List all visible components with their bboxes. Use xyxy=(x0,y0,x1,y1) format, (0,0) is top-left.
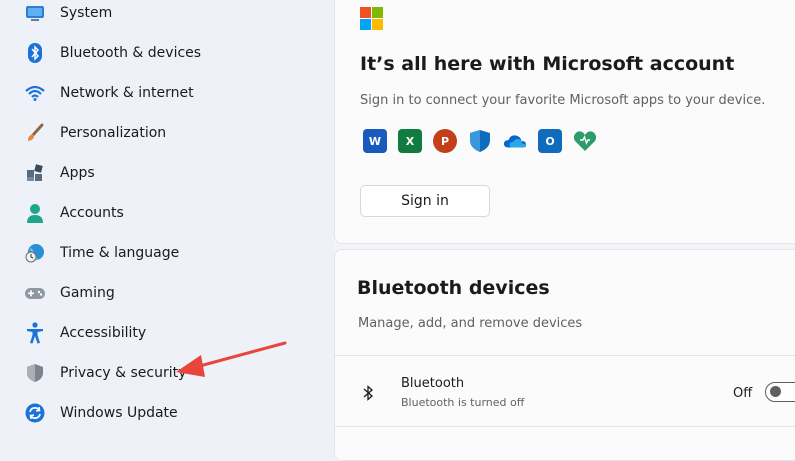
sidebar-item-gaming[interactable]: Gaming xyxy=(22,278,322,308)
bluetooth-icon xyxy=(361,384,375,406)
sidebar-item-label: Accessibility xyxy=(60,325,147,341)
sidebar-item-label: System xyxy=(60,5,113,21)
sidebar-item-apps[interactable]: Apps xyxy=(22,158,322,188)
sign-in-button[interactable]: Sign in xyxy=(360,185,490,217)
bluetooth-label: Bluetooth xyxy=(401,376,465,391)
apps-icon xyxy=(22,162,48,184)
sidebar-item-personalization[interactable]: Personalization xyxy=(22,118,322,148)
sidebar-item-label: Windows Update xyxy=(60,405,178,421)
account-card-subtitle: Sign in to connect your favorite Microso… xyxy=(360,93,766,108)
bluetooth-toggle[interactable] xyxy=(765,382,795,402)
toggle-state-label: Off xyxy=(733,386,753,401)
toggle-knob xyxy=(770,386,781,397)
accessibility-icon xyxy=(22,322,48,344)
sidebar-item-label: Accounts xyxy=(60,205,124,221)
outlook-icon: O xyxy=(538,129,562,153)
microsoft-account-card: It’s all here with Microsoft account Sig… xyxy=(334,0,795,244)
sidebar-item-label: Bluetooth & devices xyxy=(60,45,202,61)
excel-icon: X xyxy=(398,129,422,153)
shield-icon xyxy=(22,362,48,384)
sidebar-item-bluetooth-devices[interactable]: Bluetooth & devices xyxy=(22,38,322,68)
sidebar-item-accounts[interactable]: Accounts xyxy=(22,198,322,228)
wifi-icon xyxy=(22,82,48,104)
globe-clock-icon xyxy=(22,242,48,264)
sidebar-item-label: Privacy & security xyxy=(60,365,187,381)
sidebar-item-privacy-security[interactable]: Privacy & security xyxy=(22,358,322,388)
bluetooth-setting-row: Bluetooth Bluetooth is turned off Off xyxy=(334,356,795,426)
sidebar-item-label: Network & internet xyxy=(60,85,194,101)
powerpoint-icon: P xyxy=(433,129,457,153)
monitor-icon xyxy=(22,2,48,24)
paintbrush-icon xyxy=(22,122,48,144)
bluetooth-devices-subtitle: Manage, add, and remove devices xyxy=(358,316,583,331)
bluetooth-devices-title: Bluetooth devices xyxy=(357,277,550,299)
update-sync-icon xyxy=(22,402,48,424)
sidebar-item-label: Time & language xyxy=(60,245,180,261)
main-content: It’s all here with Microsoft account Sig… xyxy=(334,0,795,461)
sidebar-item-accessibility[interactable]: Accessibility xyxy=(22,318,322,348)
sidebar-item-system[interactable]: System xyxy=(22,0,322,28)
onedrive-icon xyxy=(503,129,527,153)
next-setting-row xyxy=(334,426,795,448)
sidebar-item-windows-update[interactable]: Windows Update xyxy=(22,398,322,428)
defender-icon xyxy=(468,129,492,153)
bluetooth-status: Bluetooth is turned off xyxy=(401,396,525,409)
person-icon xyxy=(22,202,48,224)
account-card-title: It’s all here with Microsoft account xyxy=(360,53,735,75)
sidebar-item-label: Gaming xyxy=(60,285,115,301)
sidebar-item-network-internet[interactable]: Network & internet xyxy=(22,78,322,108)
sidebar-item-label: Apps xyxy=(60,165,95,181)
bluetooth-icon xyxy=(22,42,48,64)
sidebar-item-time-language[interactable]: Time & language xyxy=(22,238,322,268)
gamepad-icon xyxy=(22,282,48,304)
family-icon xyxy=(573,129,597,153)
microsoft-logo-icon xyxy=(360,7,383,30)
word-icon: W xyxy=(363,129,387,153)
settings-sidebar: System Bluetooth & devices Network & int… xyxy=(0,0,334,447)
app-icons-row: W X P O xyxy=(363,129,597,153)
sidebar-item-label: Personalization xyxy=(60,125,167,141)
